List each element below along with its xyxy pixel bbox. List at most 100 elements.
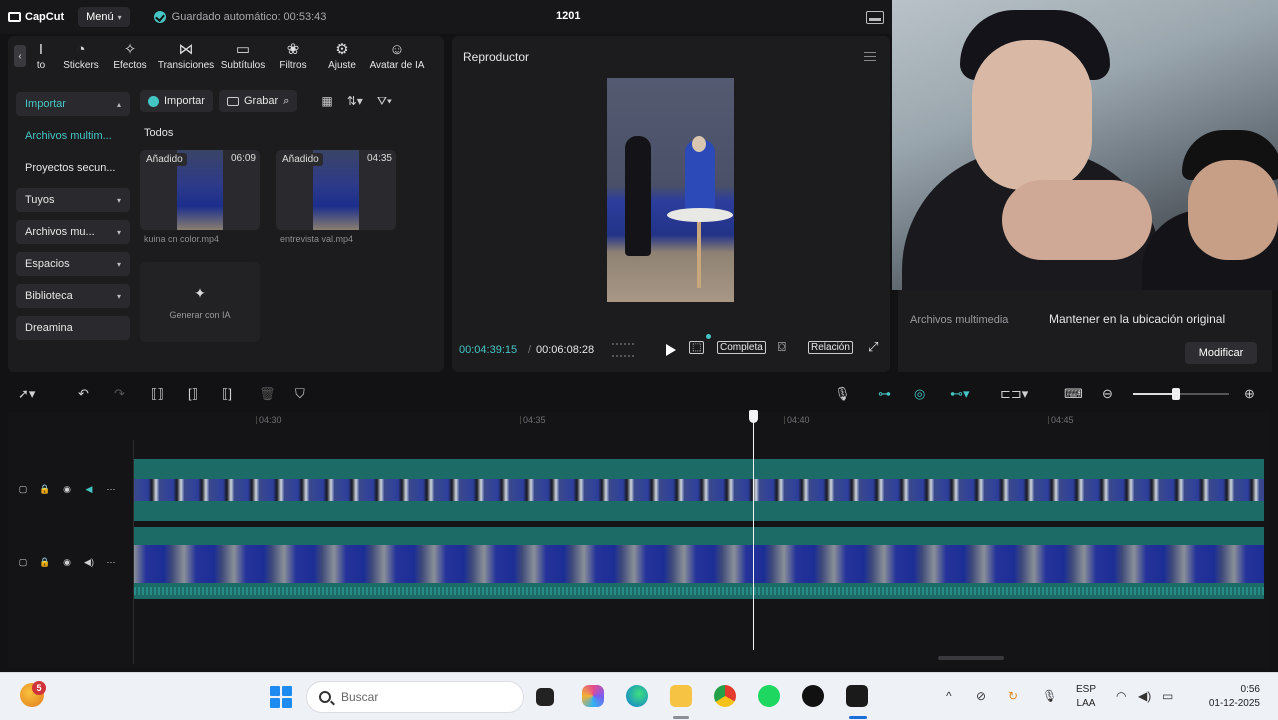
link-clips-icon[interactable]: ⊶ — [878, 386, 891, 402]
linkage-icon[interactable]: ⊷▾ — [950, 386, 970, 402]
windows-start-icon[interactable] — [270, 686, 292, 708]
filter-icon[interactable]: ⛛▾ — [373, 94, 396, 109]
volume-icon[interactable]: ◀) — [1138, 689, 1151, 703]
tool-label: Avatar de IA — [369, 59, 425, 71]
tool-effects[interactable]: ✧ Efectos — [106, 36, 154, 76]
import-button[interactable]: Importar — [140, 90, 213, 112]
folder-icon[interactable] — [670, 685, 692, 707]
sort-icon[interactable]: ⇅▾ — [343, 94, 367, 108]
full-button[interactable]: Completa — [717, 341, 766, 354]
microphone-icon[interactable]: 🎙 — [834, 386, 851, 402]
tool-label: to — [36, 59, 46, 71]
chevron-left-icon[interactable]: ‹ — [14, 45, 26, 67]
tool-avatar[interactable]: ☺ Avatar de IA — [366, 36, 428, 76]
undo-icon[interactable]: ↶ — [78, 386, 89, 402]
zoom-in-icon[interactable]: ⊕ — [1244, 386, 1255, 402]
zoom-slider[interactable] — [1133, 388, 1229, 400]
menu-button[interactable]: Menú ▾ — [78, 7, 130, 27]
sync-icon[interactable]: ↻ — [1008, 689, 1018, 703]
ratio-button[interactable]: Relación — [808, 341, 853, 354]
video-clip-track-1[interactable] — [134, 459, 1264, 521]
system-clock[interactable]: 0:56 01-12-2025 — [1196, 683, 1260, 711]
sidebar-item-import[interactable]: Importar ▴ — [16, 92, 130, 116]
timeline-scrollbar[interactable] — [938, 656, 1004, 660]
cover-icon[interactable]: ▢ — [18, 557, 28, 567]
playhead[interactable] — [753, 410, 754, 650]
media-clip[interactable]: Añadido 04:35 — [276, 150, 396, 230]
sidebar-item-secondary-projects[interactable]: Proyectos secun... — [16, 156, 130, 180]
zoom-slider-handle[interactable] — [1172, 388, 1181, 400]
wifi-icon[interactable]: ◠ — [1116, 689, 1126, 703]
spotify-icon[interactable] — [758, 685, 780, 707]
capcut-taskbar-icon[interactable] — [846, 685, 868, 707]
sidebar-item-label: Archivos multim... — [25, 130, 112, 142]
play-icon[interactable] — [666, 344, 676, 356]
effects-icon: ✧ — [123, 40, 137, 58]
edge-icon[interactable] — [626, 685, 648, 707]
more-icon[interactable]: ⋯ — [106, 484, 116, 494]
sidebar-item-dreamina[interactable]: Dreamina — [16, 316, 130, 340]
autosave-status: Guardado automático: 00:53:43 — [153, 11, 327, 23]
modify-button[interactable]: Modificar — [1185, 342, 1257, 364]
ruler-tick — [256, 416, 257, 424]
sidebar-item-spaces[interactable]: Espacios ▾ — [16, 252, 130, 276]
preview-axis-icon[interactable]: ⊏⊐▾ — [1000, 386, 1028, 402]
tool-filters[interactable]: ❀ Filtros — [268, 36, 318, 76]
search-icon[interactable]: ⌕ — [283, 95, 289, 108]
shield-icon[interactable]: ⛉ — [295, 386, 305, 402]
caption-icon[interactable]: ⌨ — [1064, 386, 1083, 402]
lock-icon[interactable]: 🔒 — [39, 484, 50, 494]
zoom-out-icon[interactable]: ⊖ — [1102, 386, 1113, 402]
trim-left-icon[interactable]: [⟧ — [188, 386, 198, 402]
more-icon[interactable]: ⋯ — [106, 557, 116, 567]
microphone-icon[interactable]: 🎙 — [1042, 689, 1057, 703]
delete-icon[interactable]: 🗑 — [259, 386, 276, 402]
autosave-text: Guardado automático: 00:53:43 — [171, 11, 327, 23]
clip-filmstrip — [134, 479, 1264, 501]
file-explorer-dark-icon[interactable] — [536, 688, 554, 706]
sidebar-item-yours[interactable]: Tuyos ▾ — [16, 188, 130, 212]
track-header-2: ▢ 🔒 ◉ ◀) ⋯ — [8, 557, 134, 567]
record-label: Grabar — [243, 95, 279, 107]
eye-icon[interactable]: ◉ — [62, 557, 72, 567]
tool-adjust[interactable]: ⚙ Ajuste — [318, 36, 366, 76]
battery-icon[interactable]: ▭ — [1162, 689, 1173, 703]
menu-icon[interactable] — [864, 52, 876, 61]
trim-right-icon[interactable]: ⟦] — [222, 386, 232, 402]
sidebar-item-library[interactable]: Biblioteca ▾ — [16, 284, 130, 308]
tool-subtitles[interactable]: ▭ Subtítulos — [218, 36, 268, 76]
fullscreen-icon[interactable]: ⤢ — [868, 339, 878, 355]
mute-icon[interactable]: ◀ — [84, 484, 94, 494]
tool-stickers[interactable]: ◔ Stickers — [56, 36, 106, 76]
select-cursor-icon[interactable]: ➚▾ — [18, 386, 35, 402]
crop-icon[interactable]: ⬚ — [689, 341, 705, 354]
ruler-label: 04:35 — [523, 415, 546, 425]
taskbar-search[interactable]: Buscar — [306, 681, 524, 713]
video-clip-track-2[interactable] — [134, 527, 1264, 599]
tool-transitions[interactable]: ⋈ Transiciones — [154, 36, 218, 76]
sidebar-item-media-files-2[interactable]: Archivos mu... ▾ — [16, 220, 130, 244]
cover-icon[interactable]: ▢ — [18, 484, 28, 494]
media-app-icon[interactable] — [802, 685, 824, 707]
tool-text[interactable]: I to — [26, 36, 56, 76]
no-sync-icon[interactable]: ⊘ — [976, 689, 986, 703]
timeline-ruler: 04:30 04:35 04:40 04:45 — [134, 412, 1270, 432]
redo-icon[interactable]: ↷ — [114, 386, 125, 402]
record-button[interactable]: Grabar ⌕ — [218, 90, 298, 112]
generate-ai-button[interactable]: ✦ Generar con IA — [140, 262, 260, 342]
grid-view-icon[interactable]: ▦ — [317, 94, 336, 108]
media-clip[interactable]: Añadido 06:09 — [140, 150, 260, 230]
lock-icon[interactable]: 🔒 — [39, 557, 50, 567]
layout-icon[interactable] — [866, 11, 884, 24]
magnet-icon[interactable]: ◎ — [914, 386, 925, 402]
eye-icon[interactable]: ◉ — [62, 484, 72, 494]
video-preview[interactable] — [607, 78, 734, 302]
language-indicator[interactable]: ESP LAA — [1076, 683, 1096, 711]
chevron-up-icon[interactable]: ^ — [946, 689, 952, 703]
speaker-icon[interactable]: ◀) — [84, 557, 94, 567]
sidebar-item-media-files[interactable]: Archivos multim... — [16, 124, 130, 148]
copilot-icon[interactable] — [582, 685, 604, 707]
chrome-icon[interactable] — [714, 685, 736, 707]
screenshot-icon[interactable]: ⌼ — [778, 339, 786, 355]
split-icon[interactable]: ⟦⟧ — [151, 386, 164, 402]
